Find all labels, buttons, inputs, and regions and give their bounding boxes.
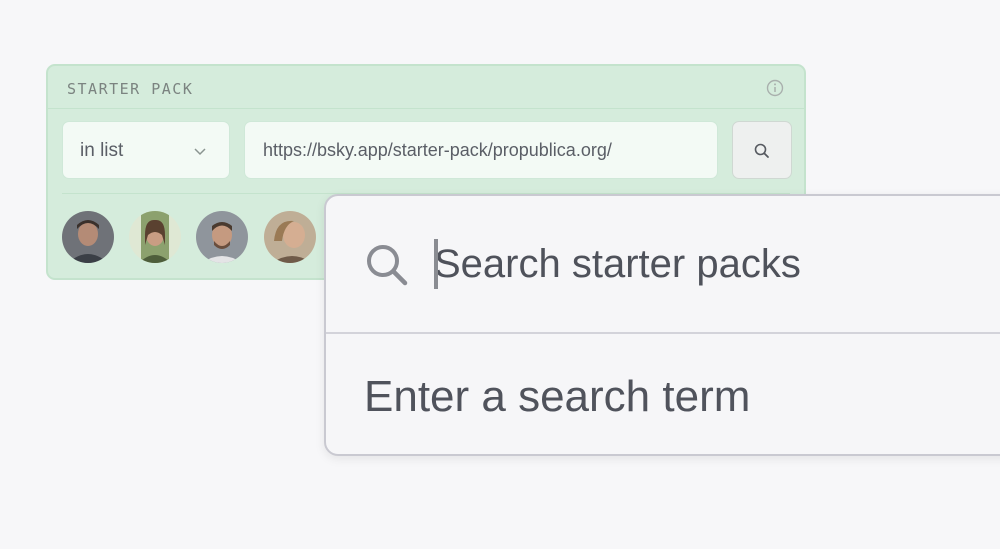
- starter-pack-search-button[interactable]: [732, 121, 792, 179]
- search-icon: [367, 245, 408, 286]
- search-icon: [754, 143, 769, 158]
- avatar: [264, 211, 316, 263]
- starter-pack-search-popup: Enter a search term: [324, 194, 1000, 456]
- info-icon[interactable]: [766, 79, 784, 97]
- avatar: [129, 211, 181, 263]
- list-mode-label: in list: [80, 140, 124, 161]
- chevron-down-icon: [194, 148, 206, 156]
- search-row: [326, 196, 1000, 334]
- text-cursor: [434, 239, 438, 289]
- starter-pack-header: STARTER PACK: [48, 66, 804, 109]
- avatar: [196, 211, 248, 263]
- list-mode-select[interactable]: in list: [62, 121, 230, 179]
- starter-pack-url-input[interactable]: [244, 121, 718, 179]
- empty-search-message: Enter a search term: [364, 372, 751, 421]
- search-input[interactable]: [434, 232, 994, 296]
- avatar: [62, 211, 114, 263]
- starter-pack-title: STARTER PACK: [67, 80, 194, 98]
